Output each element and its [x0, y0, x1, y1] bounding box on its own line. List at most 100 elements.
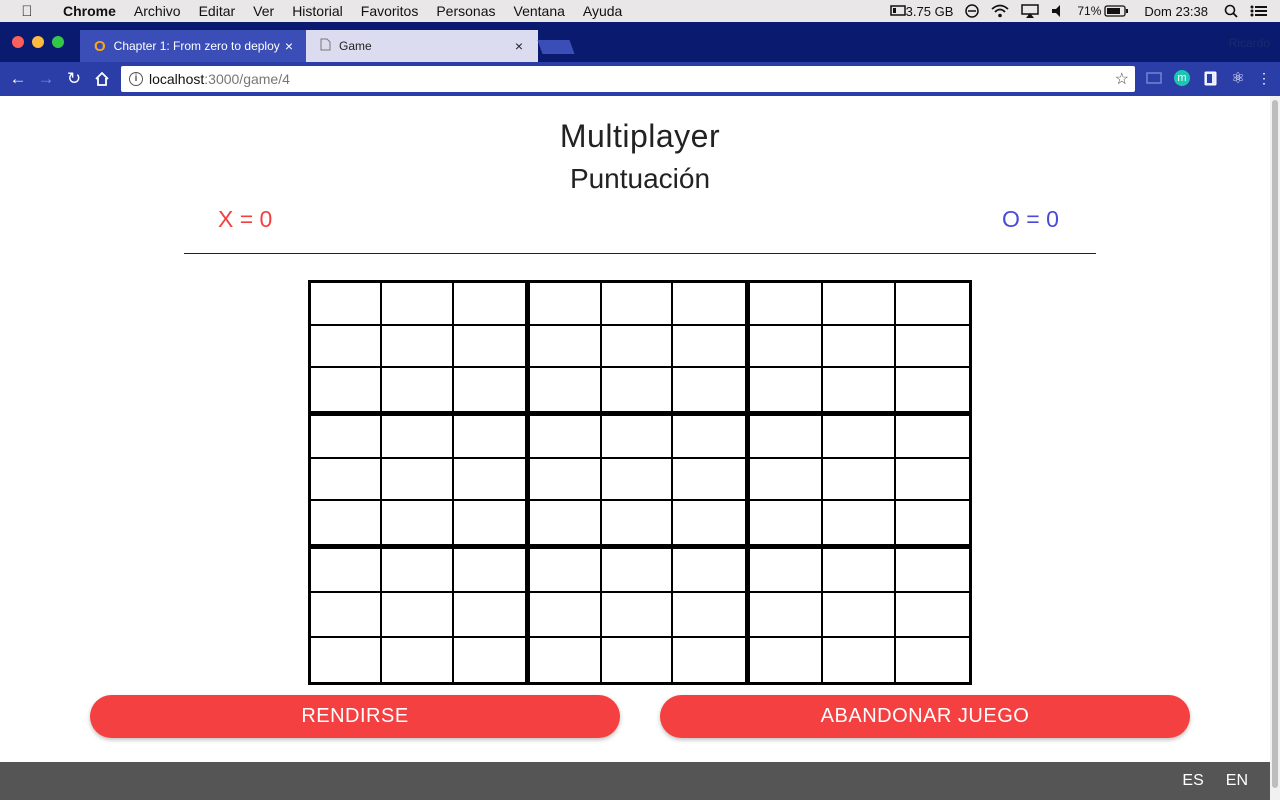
site-info-icon[interactable]: i [129, 72, 143, 86]
board-cell[interactable] [822, 458, 896, 502]
board-cell[interactable] [530, 416, 602, 459]
board-cell[interactable] [382, 368, 454, 411]
donotdisturb-icon[interactable] [959, 4, 985, 18]
board-cell[interactable] [822, 416, 896, 459]
board-cell[interactable] [382, 549, 454, 594]
board-cell[interactable] [311, 368, 383, 411]
surrender-button[interactable]: RENDIRSE [90, 695, 620, 738]
board-cell[interactable] [311, 593, 383, 638]
board-cell[interactable] [601, 416, 674, 459]
menu-personas[interactable]: Personas [427, 0, 504, 22]
board-cell[interactable] [749, 549, 823, 594]
board-cell[interactable] [530, 637, 602, 682]
memory-status[interactable]: 3.75 GB [884, 4, 960, 19]
board-cell[interactable] [673, 283, 745, 326]
board-cell[interactable] [895, 283, 969, 326]
board-cell[interactable] [601, 637, 674, 682]
board-cell[interactable] [453, 283, 526, 326]
board-cell[interactable] [453, 549, 526, 594]
board-cell[interactable] [673, 325, 745, 369]
board-cell[interactable] [530, 283, 602, 326]
extension-m-icon[interactable]: m [1174, 70, 1190, 86]
board-cell[interactable] [749, 416, 823, 459]
airplay-icon[interactable] [1015, 4, 1045, 18]
board-cell[interactable] [382, 593, 454, 638]
board-cell[interactable] [311, 283, 383, 326]
board-cell[interactable] [311, 549, 383, 594]
volume-icon[interactable] [1045, 4, 1071, 18]
menu-archivo[interactable]: Archivo [125, 0, 190, 22]
menu-historial[interactable]: Historial [283, 0, 352, 22]
menu-app-chrome[interactable]: Chrome [54, 0, 125, 22]
menu-ayuda[interactable]: Ayuda [574, 0, 631, 22]
board-cell[interactable] [453, 458, 526, 502]
menu-favoritos[interactable]: Favoritos [352, 0, 428, 22]
menu-ver[interactable]: Ver [244, 0, 283, 22]
board-cell[interactable] [749, 593, 823, 638]
board-cell[interactable] [311, 458, 383, 502]
board-cell[interactable] [749, 458, 823, 502]
board-cell[interactable] [749, 325, 823, 369]
board-cell[interactable] [382, 325, 454, 369]
board-cell[interactable] [382, 501, 454, 544]
home-icon[interactable] [88, 65, 116, 93]
board-cell[interactable] [895, 458, 969, 502]
board-cell[interactable] [382, 637, 454, 682]
board-cell[interactable] [530, 501, 602, 544]
board-cell[interactable] [311, 416, 383, 459]
board-cell[interactable] [601, 368, 674, 411]
reload-icon[interactable]: ↻ [60, 65, 88, 93]
board-cell[interactable] [673, 637, 745, 682]
board-cell[interactable] [895, 593, 969, 638]
tab-game[interactable]: Game × [306, 30, 538, 62]
board-cell[interactable] [822, 325, 896, 369]
apple-icon[interactable]:  [0, 3, 54, 20]
board-cell[interactable] [311, 637, 383, 682]
battery-status[interactable]: 71% [1071, 4, 1134, 18]
board-cell[interactable] [822, 283, 896, 326]
board-cell[interactable] [822, 549, 896, 594]
board-cell[interactable] [601, 325, 674, 369]
window-zoom-button[interactable] [52, 36, 64, 48]
notification-center-icon[interactable] [1244, 4, 1280, 18]
board-cell[interactable] [673, 593, 745, 638]
address-bar[interactable]: i localhost :3000/game/4 ☆ [121, 66, 1135, 92]
new-tab-button[interactable] [537, 40, 575, 54]
wifi-icon[interactable] [985, 4, 1015, 18]
menu-editar[interactable]: Editar [190, 0, 245, 22]
board-cell[interactable] [601, 458, 674, 502]
board-cell[interactable] [673, 549, 745, 594]
board-cell[interactable] [822, 637, 896, 682]
language-es-link[interactable]: ES [1182, 772, 1203, 790]
board-cell[interactable] [895, 325, 969, 369]
board-cell[interactable] [530, 549, 602, 594]
tab-close-icon[interactable]: × [512, 38, 526, 54]
language-en-link[interactable]: EN [1226, 772, 1248, 790]
tab-chapter-1[interactable]: O Chapter 1: From zero to deploy × [80, 30, 308, 62]
page-scrollbar[interactable] [1270, 96, 1280, 800]
board-cell[interactable] [453, 501, 526, 544]
board-cell[interactable] [453, 368, 526, 411]
board-cell[interactable] [749, 637, 823, 682]
cast-icon[interactable] [1146, 70, 1162, 86]
board-cell[interactable] [749, 501, 823, 544]
react-devtools-icon[interactable]: ⚛ [1230, 70, 1246, 87]
board-cell[interactable] [673, 368, 745, 411]
board-cell[interactable] [530, 368, 602, 411]
board-cell[interactable] [453, 637, 526, 682]
board-cell[interactable] [311, 325, 383, 369]
board-cell[interactable] [530, 593, 602, 638]
menu-ventana[interactable]: Ventana [505, 0, 574, 22]
board-cell[interactable] [530, 325, 602, 369]
board-cell[interactable] [749, 368, 823, 411]
board-cell[interactable] [822, 593, 896, 638]
extension-book-icon[interactable] [1202, 70, 1218, 86]
board-cell[interactable] [673, 501, 745, 544]
spotlight-search-icon[interactable] [1218, 4, 1244, 18]
board-cell[interactable] [382, 416, 454, 459]
board-cell[interactable] [895, 549, 969, 594]
board-cell[interactable] [895, 368, 969, 411]
board-cell[interactable] [453, 325, 526, 369]
window-close-button[interactable] [12, 36, 24, 48]
board-cell[interactable] [601, 501, 674, 544]
